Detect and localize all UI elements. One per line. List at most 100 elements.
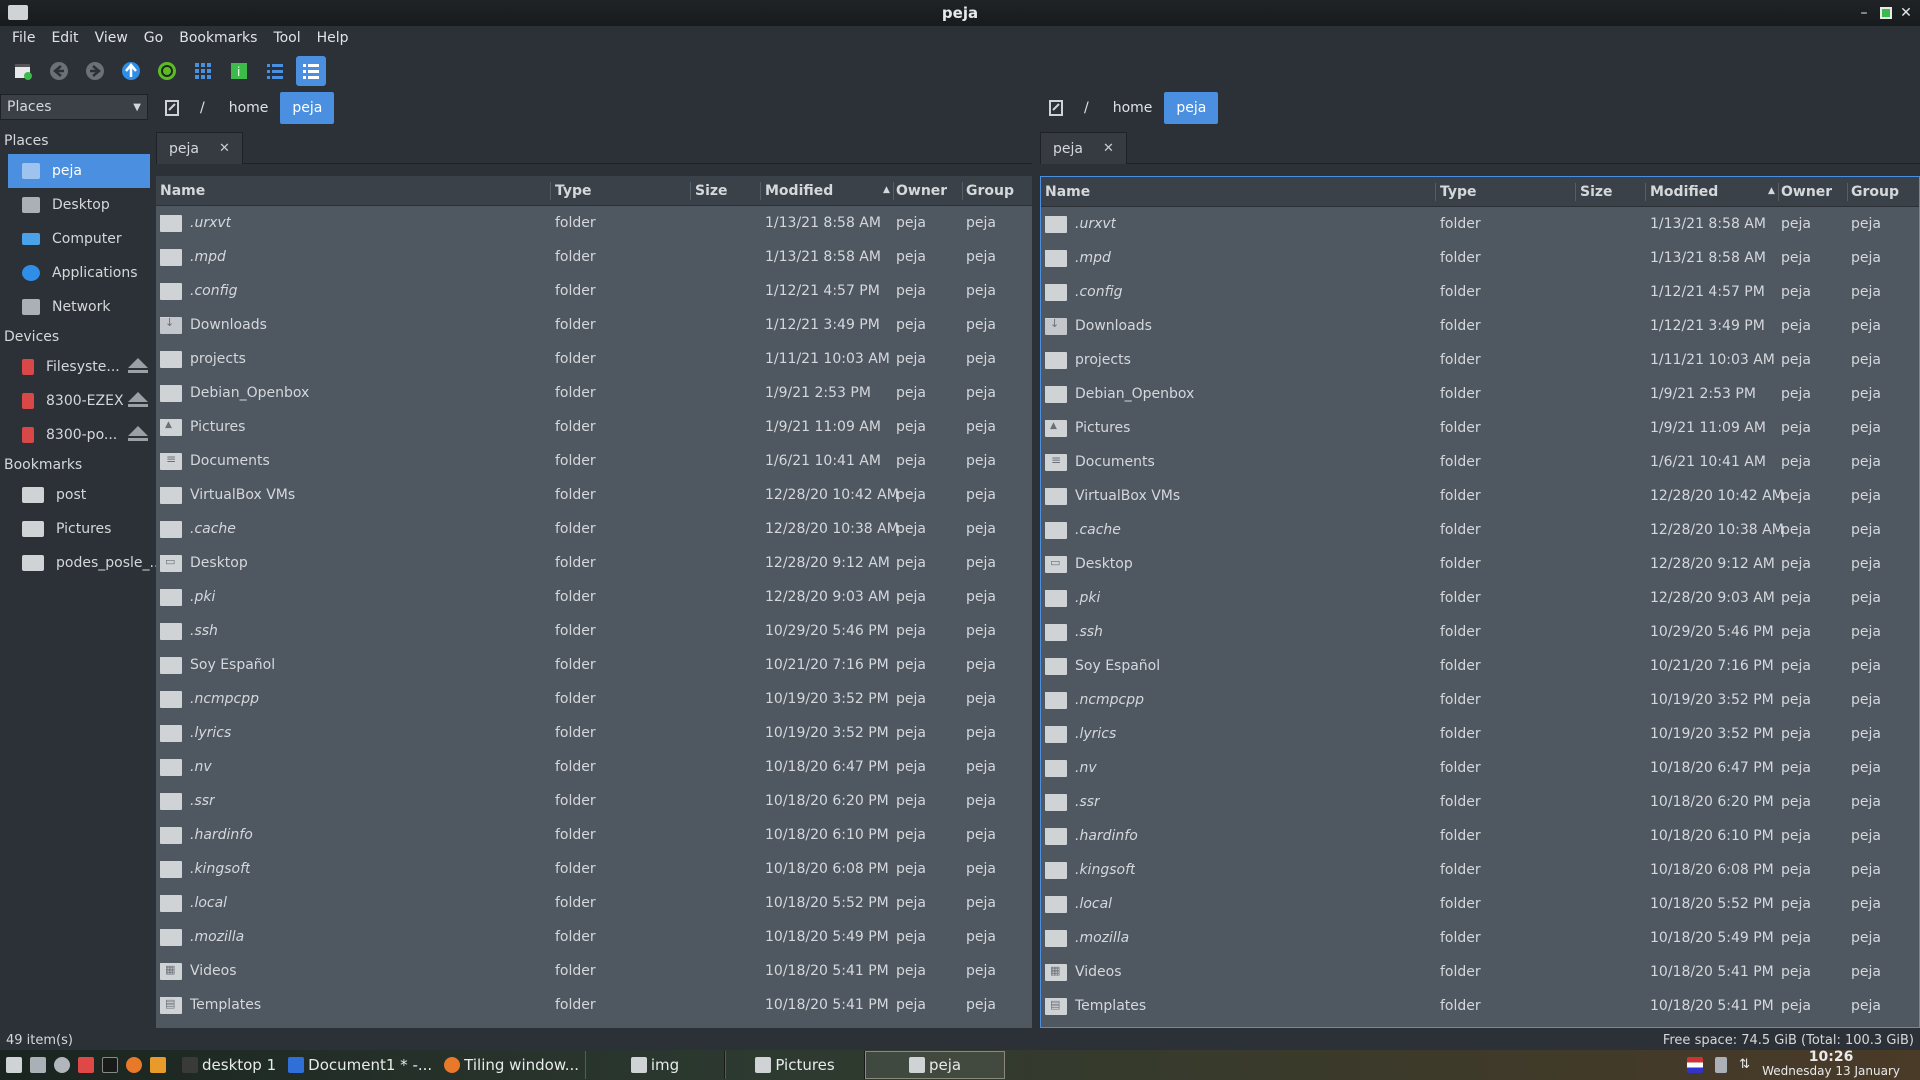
app-launcher-icon[interactable]	[78, 1057, 94, 1073]
file-row[interactable]: Videos folder 10/18/20 5:41 PM peja peja	[1041, 955, 1919, 989]
column-owner[interactable]: Owner	[896, 183, 947, 199]
task-document1[interactable]: Document1 * -...	[282, 1051, 438, 1079]
breadcrumb-peja[interactable]: peja	[1164, 92, 1219, 124]
tab-peja[interactable]: peja ✕	[1040, 132, 1127, 164]
file-row[interactable]: .mozilla folder 10/18/20 5:49 PM peja peja	[1041, 921, 1919, 955]
menu-tool[interactable]: Tool	[265, 30, 308, 46]
sidebar-item-device[interactable]: 8300-EZEX	[8, 384, 150, 418]
file-row[interactable]: .pki folder 12/28/20 9:03 AM peja peja	[1041, 581, 1919, 615]
info-icon[interactable]: i	[224, 56, 254, 86]
icon-view-icon[interactable]	[188, 56, 218, 86]
file-row[interactable]: .ssh folder 10/29/20 5:46 PM peja peja	[1041, 615, 1919, 649]
reload-icon[interactable]	[152, 56, 182, 86]
close-button[interactable]: ✕	[1896, 3, 1916, 23]
column-type[interactable]: Type	[1440, 184, 1477, 200]
new-window-icon[interactable]	[8, 56, 38, 86]
close-tab-icon[interactable]: ✕	[1103, 141, 1114, 156]
file-row[interactable]: VirtualBox VMs folder 12/28/20 10:42 AM pej…	[1041, 479, 1919, 513]
show-desktop-icon[interactable]	[6, 1057, 22, 1073]
file-row[interactable]: .ssr folder 10/18/20 6:20 PM peja peja	[156, 784, 1032, 818]
eject-icon[interactable]	[128, 358, 148, 373]
network-transfer-icon[interactable]: ⇅	[1739, 1057, 1750, 1073]
detailed-list-icon[interactable]	[260, 56, 290, 86]
file-row[interactable]: .hardinfo folder 10/18/20 6:10 PM peja peja	[1041, 819, 1919, 853]
file-row[interactable]: .urxvt folder 1/13/21 8:58 AM peja peja	[1041, 207, 1919, 241]
eject-icon[interactable]	[128, 392, 148, 407]
file-row[interactable]: .mpd folder 1/13/21 8:58 AM peja peja	[1041, 241, 1919, 275]
settings-launcher-icon[interactable]	[54, 1057, 70, 1073]
file-row[interactable]: VirtualBox VMs folder 12/28/20 10:42 AM pej…	[156, 478, 1032, 512]
file-manager-launcher-icon[interactable]	[30, 1057, 46, 1073]
file-row[interactable]: .config folder 1/12/21 4:57 PM peja peja	[156, 274, 1032, 308]
sidebar-item-applications[interactable]: Applications	[8, 256, 150, 290]
menu-edit[interactable]: Edit	[43, 30, 86, 46]
file-row[interactable]: Downloads folder 1/12/21 3:49 PM peja peja	[156, 308, 1032, 342]
vlc-launcher-icon[interactable]	[150, 1057, 166, 1073]
file-row[interactable]: .ncmpcpp folder 10/19/20 3:52 PM peja peja	[156, 682, 1032, 716]
column-modified[interactable]: Modified	[1650, 184, 1718, 200]
sidebar-item-computer[interactable]: Computer	[8, 222, 150, 256]
file-row[interactable]: Desktop folder 12/28/20 9:12 AM peja peja	[156, 546, 1032, 580]
forward-icon[interactable]	[80, 56, 110, 86]
file-row[interactable]: .lyrics folder 10/19/20 3:52 PM peja peja	[1041, 717, 1919, 751]
task-img[interactable]: img	[585, 1051, 726, 1079]
volume-icon[interactable]	[1715, 1057, 1728, 1073]
file-row[interactable]: .pki folder 12/28/20 9:03 AM peja peja	[156, 580, 1032, 614]
file-row[interactable]: .urxvt folder 1/13/21 8:58 AM peja peja	[156, 206, 1032, 240]
terminal-launcher-icon[interactable]	[102, 1057, 118, 1073]
breadcrumb-root[interactable]: /	[188, 92, 217, 124]
file-row[interactable]: Debian_Openbox folder 1/9/21 2:53 PM peja pe…	[156, 376, 1032, 410]
menu-help[interactable]: Help	[309, 30, 357, 46]
column-size[interactable]: Size	[695, 183, 728, 199]
file-row[interactable]: .local folder 10/18/20 5:52 PM peja peja	[156, 886, 1032, 920]
menu-file[interactable]: File	[4, 30, 43, 46]
breadcrumb-peja[interactable]: peja	[280, 92, 335, 124]
task-peja[interactable]: peja	[865, 1051, 1006, 1079]
file-row[interactable]: .kingsoft folder 10/18/20 6:08 PM peja peja	[1041, 853, 1919, 887]
menu-view[interactable]: View	[87, 30, 136, 46]
file-row[interactable]: .kingsoft folder 10/18/20 6:08 PM peja peja	[156, 852, 1032, 886]
file-row[interactable]: .config folder 1/12/21 4:57 PM peja peja	[1041, 275, 1919, 309]
back-icon[interactable]	[44, 56, 74, 86]
path-toggle-icon[interactable]	[156, 92, 188, 124]
eject-icon[interactable]	[128, 426, 148, 441]
up-icon[interactable]	[116, 56, 146, 86]
file-row[interactable]: .mpd folder 1/13/21 8:58 AM peja peja	[156, 240, 1032, 274]
file-row[interactable]: Downloads folder 1/12/21 3:49 PM peja peja	[1041, 309, 1919, 343]
firefox-launcher-icon[interactable]	[126, 1057, 142, 1073]
file-row[interactable]: .local folder 10/18/20 5:52 PM peja peja	[1041, 887, 1919, 921]
menu-bookmarks[interactable]: Bookmarks	[171, 30, 265, 46]
file-row[interactable]: Debian_Openbox folder 1/9/21 2:53 PM peja pe…	[1041, 377, 1919, 411]
file-row[interactable]: projects folder 1/11/21 10:03 AM peja peja	[156, 342, 1032, 376]
column-owner[interactable]: Owner	[1781, 184, 1832, 200]
file-row[interactable]: Templates folder 10/18/20 5:41 PM peja peja	[1041, 989, 1919, 1023]
breadcrumb-home[interactable]: home	[217, 92, 281, 124]
sidebar-item-desktop[interactable]: Desktop	[8, 188, 150, 222]
file-row[interactable]: Pictures folder 1/9/21 11:09 AM peja peja	[156, 410, 1032, 444]
sidebar-bookmark-pictures[interactable]: Pictures	[8, 512, 150, 546]
column-group[interactable]: Group	[1851, 184, 1899, 200]
file-row[interactable]: .mozilla folder 10/18/20 5:49 PM peja peja	[156, 920, 1032, 954]
file-row[interactable]: .cache folder 12/28/20 10:38 AM peja peja	[156, 512, 1032, 546]
file-row[interactable]: .hardinfo folder 10/18/20 6:10 PM peja peja	[156, 818, 1032, 852]
file-row[interactable]: Videos folder 10/18/20 5:41 PM peja peja	[156, 954, 1032, 988]
file-row[interactable]: .ncmpcpp folder 10/19/20 3:52 PM peja peja	[1041, 683, 1919, 717]
breadcrumb-root[interactable]: /	[1072, 92, 1101, 124]
places-combo[interactable]: Places ▼	[0, 94, 148, 120]
column-size[interactable]: Size	[1580, 184, 1613, 200]
file-row[interactable]: Desktop folder 12/28/20 9:12 AM peja peja	[1041, 547, 1919, 581]
file-row[interactable]: .lyrics folder 10/19/20 3:52 PM peja peja	[156, 716, 1032, 750]
sidebar-bookmark-podes[interactable]: podes_posle_...	[8, 546, 163, 580]
file-row[interactable]: Soy Español folder 10/21/20 7:16 PM peja pej…	[1041, 649, 1919, 683]
menu-go[interactable]: Go	[136, 30, 171, 46]
workspace-switcher[interactable]: desktop 1	[176, 1051, 282, 1079]
file-row[interactable]: .ssh folder 10/29/20 5:46 PM peja peja	[156, 614, 1032, 648]
file-row[interactable]: .ssr folder 10/18/20 6:20 PM peja peja	[1041, 785, 1919, 819]
sidebar-item-peja[interactable]: peja	[8, 154, 150, 188]
file-row[interactable]: .cache folder 12/28/20 10:38 AM peja peja	[1041, 513, 1919, 547]
close-tab-icon[interactable]: ✕	[219, 141, 230, 156]
file-row[interactable]: Documents folder 1/6/21 10:41 AM peja peja	[1041, 445, 1919, 479]
maximize-button[interactable]	[1876, 3, 1896, 23]
task-pictures[interactable]: Pictures	[725, 1051, 866, 1079]
flag-icon[interactable]	[1687, 1057, 1704, 1073]
